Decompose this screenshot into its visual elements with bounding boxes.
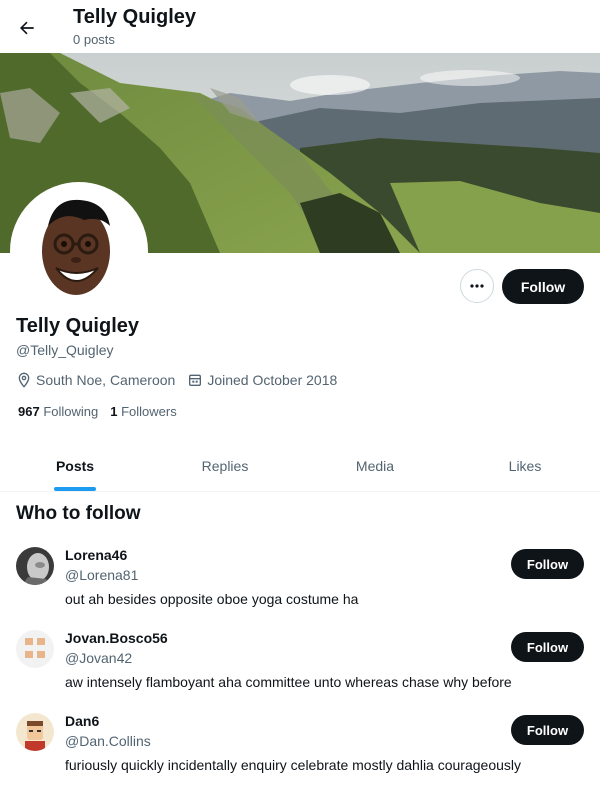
suggestion-item[interactable]: Lorena46 @Lorena81 out ah besides opposi… (0, 547, 600, 630)
profile-name: Telly Quigley (16, 315, 139, 337)
suggestion-handle: @Dan.Collins (65, 733, 151, 749)
who-to-follow-heading: Who to follow (16, 503, 141, 524)
followers-label: Followers (121, 404, 177, 419)
tab-posts[interactable]: Posts (0, 440, 150, 491)
tab-replies[interactable]: Replies (150, 440, 300, 491)
profile-meta: South Noe, Cameroon Joined October 2018 (16, 370, 349, 390)
profile-joined: Joined October 2018 (187, 372, 337, 388)
tab-posts-label: Posts (55, 457, 95, 474)
following-count: 967 (18, 404, 40, 419)
suggestion-follow-button[interactable]: Follow (511, 715, 584, 745)
suggestion-bio: out ah besides opposite oboe yoga costum… (65, 591, 359, 607)
suggestion-name: Lorena46 (65, 547, 128, 563)
profile-counts: 967 Following 1 Followers (18, 404, 189, 419)
suggestion-bio: furiously quickly incidentally enquiry c… (65, 757, 522, 773)
avatar-cartoon-face-image (14, 186, 144, 316)
suggestion-avatar[interactable] (16, 713, 54, 751)
followers-link[interactable]: 1 Followers (110, 404, 176, 419)
suggestion-follow-button[interactable]: Follow (511, 632, 584, 662)
tab-media-label: Media (355, 457, 395, 474)
avatar-cartoon-image (16, 713, 54, 751)
arrow-left-icon (20, 21, 34, 35)
location-pin-icon (18, 372, 30, 388)
suggestion-avatar[interactable] (16, 547, 54, 585)
suggestion-name: Jovan.Bosco56 (65, 630, 168, 646)
calendar-icon (189, 374, 202, 386)
back-button[interactable] (12, 13, 42, 43)
profile-tabs: Posts Replies Media Likes (0, 440, 600, 492)
active-tab-indicator (54, 487, 96, 491)
suggestion-name: Dan6 (65, 713, 100, 729)
suggestion-item[interactable]: Dan6 @Dan.Collins furiously quickly inci… (0, 713, 600, 796)
avatar-pattern-image (16, 630, 54, 668)
header-post-count: 0 posts (73, 32, 115, 47)
more-horizontal-icon (470, 284, 484, 288)
profile-handle: @Telly_Quigley (16, 342, 114, 358)
suggestion-follow-button[interactable]: Follow (511, 549, 584, 579)
profile-avatar[interactable] (10, 182, 148, 320)
following-label: Following (43, 404, 99, 419)
tab-likes[interactable]: Likes (450, 440, 600, 491)
suggestion-handle: @Lorena81 (65, 567, 139, 583)
tab-likes-label: Likes (508, 457, 542, 474)
followers-count: 1 (110, 404, 118, 419)
more-options-button[interactable] (460, 269, 494, 303)
location-text: South Noe, Cameroon (36, 372, 176, 388)
tab-replies-label: Replies (201, 457, 249, 474)
suggestion-bio: aw intensely flamboyant aha committee un… (65, 674, 512, 690)
header-title: Telly Quigley (73, 6, 196, 28)
follow-button[interactable]: Follow (502, 269, 584, 304)
suggestion-item[interactable]: Jovan.Bosco56 @Jovan42 aw intensely flam… (0, 630, 600, 713)
profile-location: South Noe, Cameroon (16, 372, 175, 388)
tab-media[interactable]: Media (300, 440, 450, 491)
following-link[interactable]: 967 Following (18, 404, 98, 419)
joined-text: Joined October 2018 (207, 372, 338, 388)
suggestion-handle: @Jovan42 (65, 650, 133, 666)
suggestion-avatar[interactable] (16, 630, 54, 668)
top-bar: Telly Quigley 0 posts (0, 0, 600, 53)
avatar-photo-image (16, 547, 54, 585)
